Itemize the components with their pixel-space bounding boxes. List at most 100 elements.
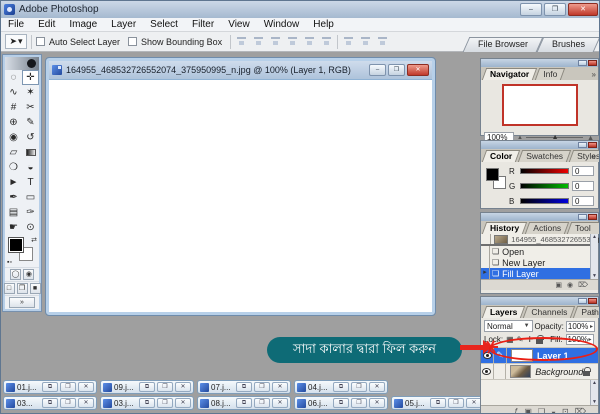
maximize-button[interactable]: ❐	[254, 398, 270, 408]
pen-tool[interactable]: ✒	[5, 190, 22, 205]
doc-close-button[interactable]: ✕	[407, 64, 429, 76]
maximize-button[interactable]: ❐	[351, 382, 367, 392]
new-layer-icon[interactable]: ⊡	[562, 407, 569, 413]
layer-mask-icon[interactable]: ▣	[524, 407, 532, 413]
tab-history[interactable]: History	[484, 222, 525, 234]
blend-mode-select[interactable]: Normal ▼	[484, 320, 533, 332]
menu-filter[interactable]: Filter	[185, 18, 221, 32]
brush-tool[interactable]: ✎	[22, 115, 39, 130]
close-button[interactable]: ✕	[175, 382, 191, 392]
move-tool[interactable]: ✛	[22, 70, 39, 85]
swap-colors-icon[interactable]: ⇄	[31, 236, 37, 244]
history-brush-tool[interactable]: ↺	[22, 130, 39, 145]
menubar-screen-button[interactable]: ❐	[16, 283, 28, 294]
restore-button[interactable]: ⧉	[42, 382, 58, 392]
restore-button[interactable]: ⧉	[430, 398, 446, 408]
zoom-tool[interactable]: ⊙	[22, 220, 39, 235]
panel-minimize-icon[interactable]	[578, 60, 587, 66]
history-source-column[interactable]	[483, 234, 492, 244]
maximize-button[interactable]: ❐	[351, 398, 367, 408]
new-set-icon[interactable]: ❏	[538, 407, 545, 413]
menu-file[interactable]: File	[1, 18, 31, 32]
clone-stamp-tool[interactable]: ◉	[5, 130, 22, 145]
panel-close-icon[interactable]	[588, 214, 597, 220]
history-source-column[interactable]	[481, 257, 490, 268]
panel-close-icon[interactable]	[588, 142, 597, 148]
layer-list-empty-area[interactable]: ▲ ▼	[481, 379, 598, 405]
auto-select-layer-checkbox[interactable]	[36, 37, 45, 46]
close-button[interactable]: ✕	[78, 382, 94, 392]
doc-maximize-button[interactable]: ❐	[388, 64, 405, 76]
panel-close-icon[interactable]	[588, 298, 597, 304]
default-colors-icon[interactable]: ▪▫	[7, 259, 12, 266]
align-vcenter-icon[interactable]	[252, 36, 265, 47]
menu-image[interactable]: Image	[62, 18, 104, 32]
green-slider[interactable]	[520, 183, 569, 189]
align-bottom-icon[interactable]	[269, 36, 282, 47]
layers-scrollbar[interactable]: ▲ ▼	[590, 380, 598, 405]
minimized-doc-07[interactable]: 07.j... ⧉ ❐ ✕	[197, 380, 291, 394]
visibility-cell[interactable]	[481, 364, 494, 379]
close-button[interactable]: ✕	[369, 398, 385, 408]
lasso-tool[interactable]: ∿	[5, 85, 22, 100]
tab-channels[interactable]: Channels	[525, 306, 573, 318]
red-slider[interactable]	[520, 168, 569, 174]
maximize-button[interactable]: ❐	[157, 398, 173, 408]
scroll-down-icon[interactable]: ▼	[592, 399, 597, 405]
menu-select[interactable]: Select	[143, 18, 185, 32]
brushes-tab[interactable]: Brushes	[540, 37, 597, 52]
red-value-field[interactable]: 0	[572, 166, 594, 176]
history-state-fill-layer[interactable]: ▸ ❏ Fill Layer	[481, 268, 590, 279]
type-tool[interactable]: T	[22, 175, 39, 190]
maximize-button[interactable]: ❐	[544, 3, 566, 16]
jump-to-imageready-button[interactable]: »	[9, 297, 35, 308]
restore-button[interactable]: ⧉	[139, 382, 155, 392]
restore-button[interactable]: ⧉	[333, 382, 349, 392]
background-thumbnail[interactable]	[510, 365, 532, 378]
close-button[interactable]: ✕	[78, 398, 94, 408]
delete-state-icon[interactable]: ⌦	[578, 281, 588, 289]
history-state-open[interactable]: ❏ Open	[481, 246, 590, 257]
marquee-tool[interactable]: ◌	[5, 70, 22, 85]
distribute-vcenter-icon[interactable]	[359, 36, 372, 47]
close-button[interactable]: ✕	[369, 382, 385, 392]
close-button[interactable]: ✕	[175, 398, 191, 408]
panel-minimize-icon[interactable]	[578, 214, 587, 220]
link-cell[interactable]	[494, 364, 507, 379]
scroll-up-icon[interactable]: ▲	[592, 380, 597, 386]
minimized-doc-08[interactable]: 08.j... ⧉ ❐ ✕	[197, 396, 291, 410]
close-button[interactable]: ✕	[272, 398, 288, 408]
panel-minimize-icon[interactable]	[578, 142, 587, 148]
green-value-field[interactable]: 0	[572, 181, 594, 191]
align-hcenter-icon[interactable]	[303, 36, 316, 47]
minimized-doc-05[interactable]: 05.j... ⧉ ❐ ✕	[391, 396, 485, 410]
hand-tool[interactable]: ☛	[5, 220, 22, 235]
eye-icon[interactable]	[482, 368, 492, 375]
tab-actions[interactable]: Actions	[527, 222, 567, 234]
panel-minimize-icon[interactable]	[578, 298, 587, 304]
blur-tool[interactable]: ❍	[5, 160, 22, 175]
show-bounding-box-checkbox[interactable]	[128, 37, 138, 46]
background-name[interactable]: Background	[535, 367, 583, 377]
gradient-tool[interactable]	[22, 145, 39, 160]
history-state-new-layer[interactable]: ❏ New Layer	[481, 257, 590, 268]
opacity-field[interactable]: 100% ▸	[565, 320, 595, 332]
maximize-button[interactable]: ❐	[157, 382, 173, 392]
quick-mask-mode-button[interactable]: ◉	[23, 269, 35, 280]
restore-button[interactable]: ⧉	[139, 398, 155, 408]
history-scrollbar[interactable]: ▲ ▼	[590, 234, 598, 279]
dodge-tool[interactable]: ◒	[22, 160, 39, 175]
layer-style-icon[interactable]: ƒ	[514, 407, 518, 413]
file-browser-tab[interactable]: File Browser	[466, 37, 540, 52]
fullscreen-button[interactable]: ■	[29, 283, 41, 294]
restore-button[interactable]: ⧉	[236, 382, 252, 392]
notes-tool[interactable]: ▤	[5, 205, 22, 220]
close-button[interactable]: ✕	[568, 3, 598, 16]
document-titlebar[interactable]: 164955_468532726552074_375950995_n.jpg @…	[49, 61, 432, 79]
slice-tool[interactable]: ✂	[22, 100, 39, 115]
doc-minimize-button[interactable]: –	[369, 64, 386, 76]
history-snapshot-row[interactable]: 164955_4685327265532...	[481, 234, 590, 246]
panel-menu-icon[interactable]: »	[592, 70, 596, 79]
blue-value-field[interactable]: 0	[572, 196, 594, 206]
scroll-up-icon[interactable]: ▲	[592, 234, 597, 240]
